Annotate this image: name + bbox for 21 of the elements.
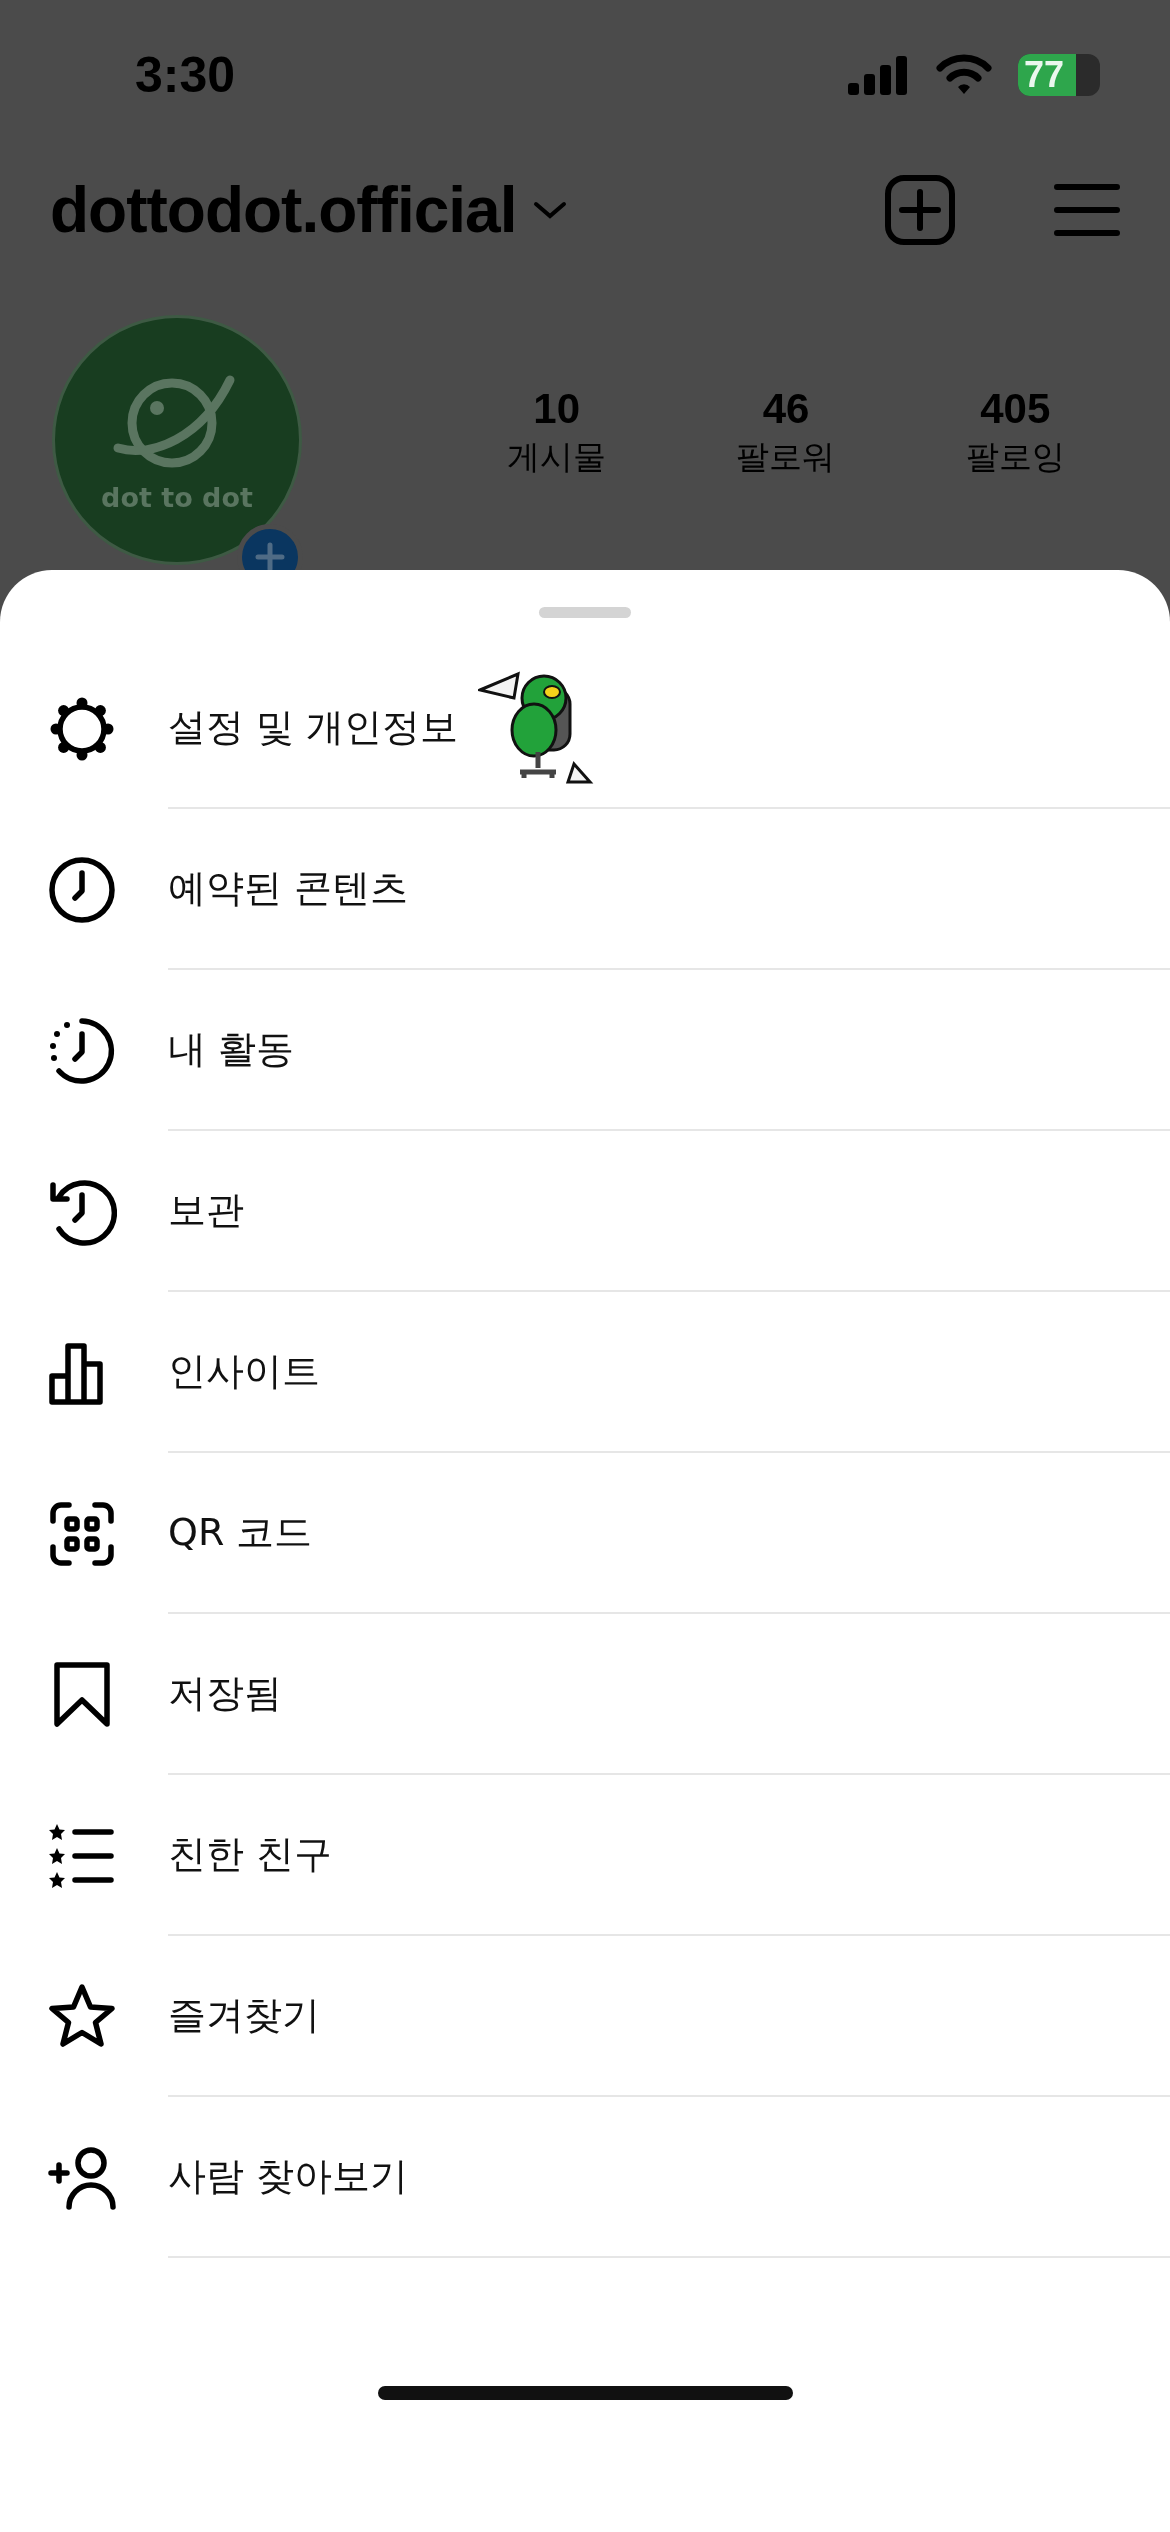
menu-item[interactable]: 예약된 콘텐츠 bbox=[168, 863, 409, 914]
menu-item[interactable]: 내 활동 bbox=[168, 1024, 295, 1075]
menu-icon[interactable] bbox=[1054, 182, 1120, 238]
clock-icon bbox=[47, 854, 117, 925]
wifi-icon bbox=[936, 54, 992, 96]
plus-icon bbox=[255, 542, 285, 570]
menu-item[interactable]: 사람 찾아보기 bbox=[168, 2151, 409, 2202]
menu-item[interactable]: 설정 및 개인정보 bbox=[168, 702, 459, 753]
status-time: 3:30 bbox=[135, 46, 236, 104]
menu-item[interactable]: 보관 bbox=[168, 1185, 244, 1236]
menu-item[interactable]: 인사이트 bbox=[168, 1346, 320, 1397]
menu-item[interactable]: 즐겨찾기 bbox=[168, 1990, 320, 2041]
battery-indicator: 77 bbox=[1018, 54, 1100, 96]
menu-item[interactable]: QR 코드 bbox=[168, 1507, 313, 1558]
menu-item[interactable]: 친한 친구 bbox=[168, 1829, 333, 1880]
avatar-logo-text: dot to dot bbox=[101, 481, 253, 513]
signal-icon bbox=[848, 55, 910, 95]
add-post-icon[interactable] bbox=[884, 174, 956, 246]
menu-item[interactable]: 저장됨 bbox=[168, 1668, 282, 1719]
sheet-handle[interactable] bbox=[539, 607, 631, 618]
dotted-clock-icon bbox=[47, 1015, 117, 1086]
